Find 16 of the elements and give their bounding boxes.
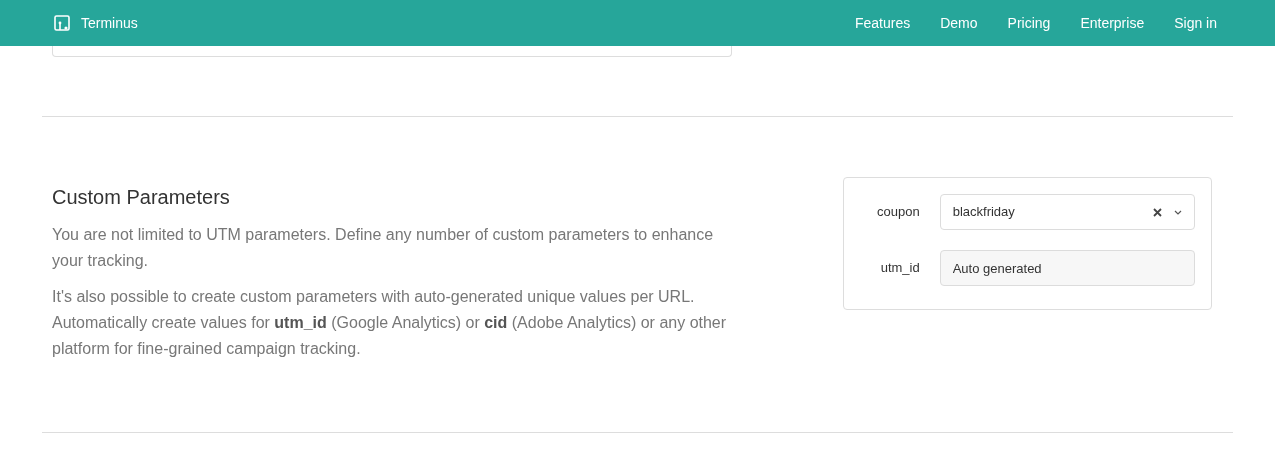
nav-link[interactable]: Features: [854, 12, 911, 34]
select-value: blackfriday: [952, 203, 1016, 222]
nav-link[interactable]: Pricing: [1007, 12, 1051, 34]
clear-icon[interactable]: [1153, 207, 1162, 217]
section-title: Custom Parameters: [52, 185, 231, 210]
nav-link[interactable]: Sign in: [1174, 12, 1217, 34]
nav-link[interactable]: Demo: [940, 12, 978, 34]
field-label: utm_id: [879, 259, 921, 278]
description-paragraph: It's also possible to create custom parameters with auto-generated unique values per URL. Automatically create values for utm_id (Google Analytics) or cid (Adobe Analytics) or any other platform for fine-grained campaign tracking.: [52, 287, 728, 359]
chevron-down-icon[interactable]: [1174, 209, 1182, 215]
nav-link[interactable]: Enterprise: [1080, 12, 1145, 34]
description-paragraph: You are not limited to UTM parameters. Define any number of custom parameters to enhance your tracking.: [52, 225, 715, 271]
field-label: coupon: [876, 203, 921, 222]
logo-icon[interactable]: [54, 15, 70, 31]
select-field[interactable]: blackfriday: [939, 194, 1195, 230]
brand-name[interactable]: Terminus: [81, 12, 138, 34]
